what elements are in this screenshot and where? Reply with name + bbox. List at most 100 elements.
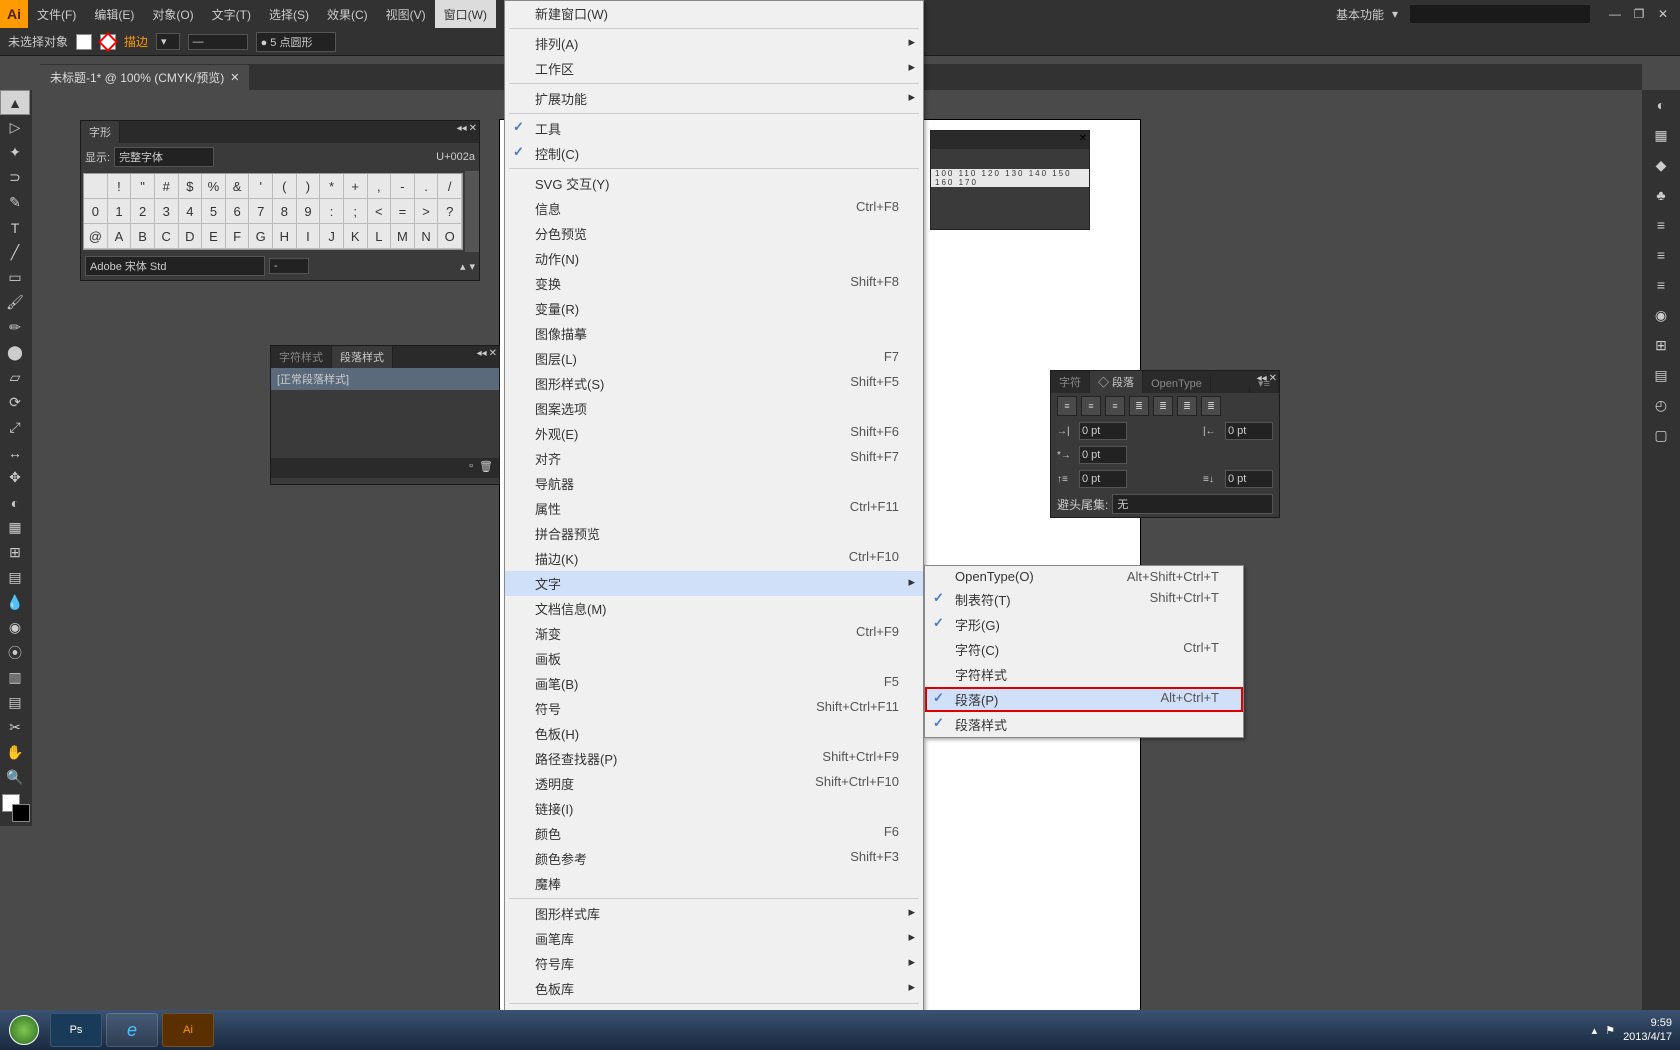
glyph-cell[interactable]: K <box>344 224 368 249</box>
menu-pathfinder[interactable]: 路径查找器(P)Shift+Ctrl+F9 <box>505 746 923 771</box>
tray-icon[interactable]: ▴ <box>1592 1024 1598 1037</box>
blend-tool[interactable]: ◉ <box>0 615 30 640</box>
menu-brushes[interactable]: 画笔(B)F5 <box>505 671 923 696</box>
artboard-tool[interactable]: ▤ <box>0 690 30 715</box>
stroke-profile-dropdown[interactable]: — <box>188 34 248 50</box>
menu-edit[interactable]: 编辑(E) <box>85 0 143 28</box>
indent-right-field[interactable]: 0 pt <box>1225 422 1273 440</box>
menu-info[interactable]: 信息Ctrl+F8 <box>505 196 923 221</box>
glyph-cell[interactable]: & <box>226 174 250 199</box>
menu-gradient[interactable]: 渐变Ctrl+F9 <box>505 621 923 646</box>
tray-flag-icon[interactable]: ⚑ <box>1605 1024 1615 1037</box>
glyph-font-dropdown[interactable]: Adobe 宋体 Std <box>85 256 265 276</box>
justify-right-button[interactable]: ≣ <box>1177 396 1197 416</box>
panel-icon-1[interactable]: ◐ <box>1642 90 1680 120</box>
menu-swatchlibs[interactable]: 色板库▸ <box>505 976 923 1001</box>
glyph-cell[interactable]: / <box>438 174 462 199</box>
graph-tool[interactable]: ▥ <box>0 665 30 690</box>
menu-layers[interactable]: 图层(L)F7 <box>505 346 923 371</box>
panel-close-icon[interactable]: ✕ <box>469 123 477 134</box>
menu-navigator[interactable]: 导航器 <box>505 471 923 496</box>
delete-style-icon[interactable]: 🗑 <box>479 460 493 476</box>
glyph-cell[interactable]: D <box>179 224 203 249</box>
menu-arrange[interactable]: 排列(A)▸ <box>505 31 923 56</box>
glyph-cell[interactable]: # <box>155 174 179 199</box>
menu-type-submenu[interactable]: 文字▸ <box>505 571 923 596</box>
menu-docinfo[interactable]: 文档信息(M) <box>505 596 923 621</box>
menu-effect[interactable]: 效果(C) <box>318 0 377 28</box>
panel-icon-9[interactable]: ⊞ <box>1642 330 1680 360</box>
glyph-cell[interactable]: I <box>297 224 321 249</box>
submenu-opentype[interactable]: OpenType(O)Alt+Shift+Ctrl+T <box>925 566 1243 587</box>
menu-wand[interactable]: 魔棒 <box>505 871 923 896</box>
glyph-cell[interactable] <box>84 174 108 199</box>
glyph-cell[interactable]: 4 <box>179 199 203 224</box>
hand-tool[interactable]: ✋ <box>0 740 30 765</box>
space-before-field[interactable]: 0 pt <box>1079 470 1127 488</box>
panel-icon-7[interactable]: ≡ <box>1642 270 1680 300</box>
menu-flattener[interactable]: 拼合器预览 <box>505 521 923 546</box>
glyph-cell[interactable]: " <box>131 174 155 199</box>
para-styles-tab[interactable]: 段落样式 <box>332 346 393 368</box>
submenu-paragraph[interactable]: ✓段落(P)Alt+Ctrl+T <box>925 687 1243 712</box>
glyph-cell[interactable]: + <box>344 174 368 199</box>
kinsoku-dropdown[interactable]: 无 <box>1112 494 1273 514</box>
glyph-cell[interactable]: F <box>226 224 250 249</box>
panel-close-icon[interactable]: ✕ <box>489 348 497 359</box>
glyph-cell[interactable]: ! <box>108 174 132 199</box>
rectangle-tool[interactable]: ▭ <box>0 265 30 290</box>
free-transform-tool[interactable]: ✥ <box>0 465 30 490</box>
line-tool[interactable]: ╱ <box>0 240 30 265</box>
menu-symbols[interactable]: 符号Shift+Ctrl+F11 <box>505 696 923 721</box>
menu-colorguide[interactable]: 颜色参考Shift+F3 <box>505 846 923 871</box>
paintbrush-tool[interactable]: 🖌 <box>0 290 30 315</box>
glyph-cell[interactable]: E <box>202 224 226 249</box>
panel-icon-6[interactable]: ≡ <box>1642 240 1680 270</box>
scale-tool[interactable]: ⤢ <box>0 415 30 440</box>
char-tab[interactable]: 字符 <box>1051 371 1090 393</box>
eyedropper-tool[interactable]: 💧 <box>0 590 30 615</box>
clock[interactable]: 9:59 2013/4/17 <box>1623 1016 1672 1044</box>
menu-color[interactable]: 颜色F6 <box>505 821 923 846</box>
glyph-cell[interactable]: : <box>320 199 344 224</box>
menu-workspace[interactable]: 工作区▸ <box>505 56 923 81</box>
panel-icon-4[interactable]: ♣ <box>1642 180 1680 210</box>
panel-icon-3[interactable]: ◆ <box>1642 150 1680 180</box>
glyph-cell[interactable]: M <box>391 224 415 249</box>
menu-tools[interactable]: ✓工具 <box>505 116 923 141</box>
glyph-scrollbar[interactable] <box>465 171 479 252</box>
glyph-cell[interactable]: $ <box>179 174 203 199</box>
close-tab-icon[interactable]: ✕ <box>230 71 239 84</box>
blob-brush-tool[interactable]: ⬤ <box>0 340 30 365</box>
menu-svg[interactable]: SVG 交互(Y) <box>505 171 923 196</box>
glyph-cell[interactable]: 9 <box>297 199 321 224</box>
fill-swatch[interactable] <box>76 34 92 50</box>
zoom-tool[interactable]: 🔍 <box>0 765 30 790</box>
rotate-tool[interactable]: ⟳ <box>0 390 30 415</box>
panel-icon-11[interactable]: ◴ <box>1642 390 1680 420</box>
justify-all-button[interactable]: ≣ <box>1201 396 1221 416</box>
mesh-tool[interactable]: ⊞ <box>0 540 30 565</box>
menu-actions[interactable]: 动作(N) <box>505 246 923 271</box>
new-style-icon[interactable]: ▫ <box>469 460 473 476</box>
direct-select-tool[interactable]: ▷ <box>0 115 30 140</box>
close-button[interactable]: ✕ <box>1654 7 1672 21</box>
glyph-cell[interactable]: O <box>438 224 462 249</box>
magic-wand-tool[interactable]: ✦ <box>0 140 30 165</box>
symbol-sprayer-tool[interactable]: ⦿ <box>0 640 30 665</box>
space-after-field[interactable]: 0 pt <box>1225 470 1273 488</box>
menu-window[interactable]: 窗口(W) <box>435 0 496 28</box>
glyph-cell[interactable]: * <box>320 174 344 199</box>
justify-center-button[interactable]: ≣ <box>1153 396 1173 416</box>
menu-view[interactable]: 视图(V) <box>377 0 435 28</box>
panel-close-icon[interactable]: ✕ <box>1269 373 1277 384</box>
pencil-tool[interactable]: ✏ <box>0 315 30 340</box>
menu-trace[interactable]: 图像描摹 <box>505 321 923 346</box>
width-tool[interactable]: ↔ <box>0 440 30 465</box>
paragraph-style-item[interactable]: [正常段落样式] <box>271 368 499 390</box>
gradient-tool[interactable]: ▤ <box>0 565 30 590</box>
glyph-cell[interactable]: 0 <box>84 199 108 224</box>
glyph-cell[interactable]: 1 <box>108 199 132 224</box>
glyph-grid[interactable]: !"#$%&'()*+,-./0123456789:;<=>?@ABCDEFGH… <box>83 173 463 250</box>
glyph-cell[interactable]: - <box>391 174 415 199</box>
